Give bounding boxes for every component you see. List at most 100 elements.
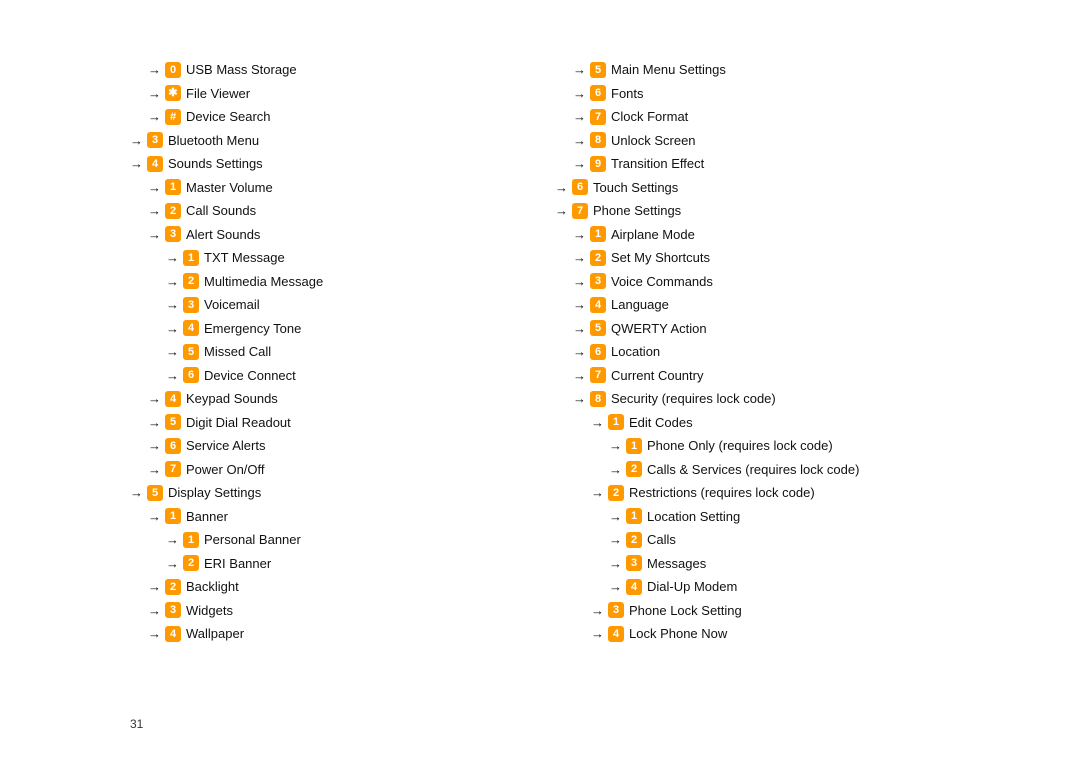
item-label: Calls (647, 530, 676, 550)
badge: 8 (590, 132, 606, 148)
item-label: Clock Format (611, 107, 688, 127)
list-item: →1Airplane Mode (555, 225, 980, 245)
list-item: →5QWERTY Action (555, 319, 980, 339)
badge: 3 (165, 602, 181, 618)
item-label: Missed Call (204, 342, 271, 362)
badge: 4 (147, 156, 163, 172)
item-label: Fonts (611, 84, 644, 104)
arrow-icon: → (573, 248, 586, 268)
arrow-icon: → (148, 507, 161, 527)
badge: 4 (590, 297, 606, 313)
list-item: →1Phone Only (requires lock code) (555, 436, 980, 456)
list-item: →2Multimedia Message (130, 272, 555, 292)
arrow-icon: → (573, 131, 586, 151)
item-label: Multimedia Message (204, 272, 323, 292)
arrow-icon: → (609, 507, 622, 527)
item-label: Display Settings (168, 483, 261, 503)
arrow-icon: → (166, 319, 179, 339)
list-item: →5Main Menu Settings (555, 60, 980, 80)
list-item: →2Calls & Services (requires lock code) (555, 460, 980, 480)
arrow-icon: → (573, 60, 586, 80)
item-label: Emergency Tone (204, 319, 301, 339)
page: →0USB Mass Storage→✱File Viewer→#Device … (0, 0, 1080, 771)
badge: # (165, 109, 181, 125)
list-item: →4Wallpaper (130, 624, 555, 644)
item-label: Current Country (611, 366, 703, 386)
arrow-icon: → (130, 483, 143, 503)
badge: 2 (608, 485, 624, 501)
arrow-icon: → (573, 107, 586, 127)
item-label: Security (requires lock code) (611, 389, 776, 409)
item-label: Device Search (186, 107, 271, 127)
arrow-icon: → (573, 225, 586, 245)
badge: 7 (590, 109, 606, 125)
item-label: Voicemail (204, 295, 260, 315)
arrow-icon: → (148, 60, 161, 80)
badge: 3 (590, 273, 606, 289)
badge: 7 (590, 367, 606, 383)
arrow-icon: → (130, 131, 143, 151)
list-item: →6Fonts (555, 84, 980, 104)
badge: 5 (147, 485, 163, 501)
badge: 7 (165, 461, 181, 477)
list-item: →3Phone Lock Setting (555, 601, 980, 621)
badge: 8 (590, 391, 606, 407)
list-item: →0USB Mass Storage (130, 60, 555, 80)
list-item: →2Set My Shortcuts (555, 248, 980, 268)
item-label: ERI Banner (204, 554, 271, 574)
badge: 3 (183, 297, 199, 313)
list-item: →4Keypad Sounds (130, 389, 555, 409)
arrow-icon: → (148, 84, 161, 104)
arrow-icon: → (591, 624, 604, 644)
arrow-icon: → (166, 342, 179, 362)
item-label: Airplane Mode (611, 225, 695, 245)
arrow-icon: → (148, 389, 161, 409)
list-item: →3Widgets (130, 601, 555, 621)
list-item: →2ERI Banner (130, 554, 555, 574)
badge: 9 (590, 156, 606, 172)
list-item: →2Backlight (130, 577, 555, 597)
badge: 6 (183, 367, 199, 383)
badge: 4 (608, 626, 624, 642)
item-label: TXT Message (204, 248, 285, 268)
item-label: Lock Phone Now (629, 624, 727, 644)
badge: 2 (183, 555, 199, 571)
badge: 4 (626, 579, 642, 595)
list-item: →8Unlock Screen (555, 131, 980, 151)
list-item: →7Phone Settings (555, 201, 980, 221)
item-label: Restrictions (requires lock code) (629, 483, 815, 503)
item-label: Banner (186, 507, 228, 527)
arrow-icon: → (573, 389, 586, 409)
badge: 2 (590, 250, 606, 266)
list-item: →2Call Sounds (130, 201, 555, 221)
item-label: Power On/Off (186, 460, 265, 480)
item-label: Device Connect (204, 366, 296, 386)
list-item: →6Touch Settings (555, 178, 980, 198)
arrow-icon: → (166, 530, 179, 550)
badge: 6 (572, 179, 588, 195)
badge: 2 (626, 461, 642, 477)
list-item: →1Location Setting (555, 507, 980, 527)
arrow-icon: → (148, 577, 161, 597)
arrow-icon: → (591, 601, 604, 621)
badge: 4 (183, 320, 199, 336)
list-item: →1TXT Message (130, 248, 555, 268)
arrow-icon: → (166, 272, 179, 292)
arrow-icon: → (609, 577, 622, 597)
arrow-icon: → (573, 342, 586, 362)
list-item: →3Voice Commands (555, 272, 980, 292)
badge: 0 (165, 62, 181, 78)
list-item: →4 Emergency Tone (130, 319, 555, 339)
item-label: Widgets (186, 601, 233, 621)
arrow-icon: → (573, 319, 586, 339)
badge: 5 (590, 62, 606, 78)
item-label: Backlight (186, 577, 239, 597)
badge: 3 (147, 132, 163, 148)
badge: 6 (165, 438, 181, 454)
badge: ✱ (165, 85, 181, 101)
badge: 1 (626, 438, 642, 454)
item-label: Voice Commands (611, 272, 713, 292)
item-label: Phone Settings (593, 201, 681, 221)
item-label: Phone Lock Setting (629, 601, 742, 621)
badge: 7 (572, 203, 588, 219)
